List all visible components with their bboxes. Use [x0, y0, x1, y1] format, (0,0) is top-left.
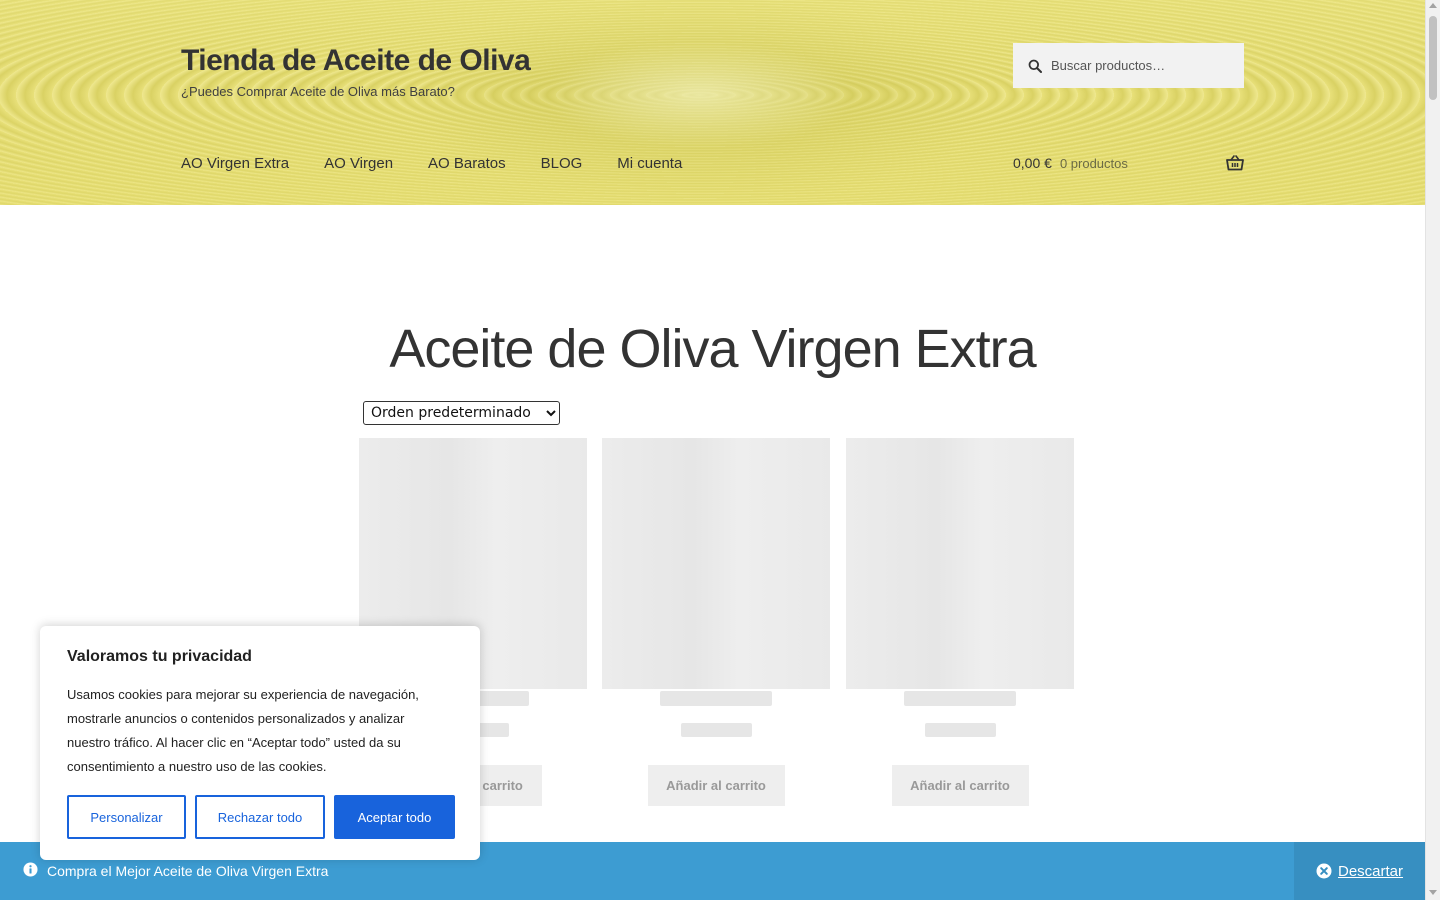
nav-item-ao-virgen[interactable]: AO Virgen: [324, 155, 393, 172]
product-price-placeholder: [924, 723, 996, 737]
cookie-text: Usamos cookies para mejorar su experienc…: [67, 687, 419, 774]
search-input[interactable]: [1049, 58, 1239, 73]
accept-all-button[interactable]: Aceptar todo: [334, 795, 455, 839]
nav-item-ao-virgen-extra[interactable]: AO Virgen Extra: [181, 155, 289, 172]
scrollbar-thumb[interactable]: [1429, 16, 1437, 100]
site-title[interactable]: Tienda de Aceite de Oliva: [181, 44, 531, 78]
search-box[interactable]: [1013, 43, 1244, 88]
dismiss-button[interactable]: Descartar: [1294, 842, 1425, 900]
info-icon: [23, 861, 38, 881]
product-price-placeholder: [680, 723, 752, 737]
nav-item-blog[interactable]: BLOG: [541, 155, 583, 172]
store-notice-message: Compra el Mejor Aceite de Oliva Virgen E…: [47, 863, 329, 879]
cart-amount[interactable]: 0,00 €: [1013, 155, 1052, 171]
add-to-cart-button[interactable]: Añadir al carrito: [891, 765, 1029, 806]
vertical-scrollbar[interactable]: [1425, 0, 1440, 900]
site-tagline: ¿Puedes Comprar Aceite de Oliva más Bara…: [181, 84, 455, 99]
cookie-buttons: Personalizar Rechazar todo Aceptar todo: [67, 795, 455, 839]
orderby-select[interactable]: Orden predeterminado: [363, 401, 560, 425]
scroll-down-arrow-icon[interactable]: [1429, 890, 1437, 895]
product-image-placeholder[interactable]: [602, 438, 830, 689]
nav-item-ao-baratos[interactable]: AO Baratos: [428, 155, 506, 172]
product-card[interactable]: Añadir al carrito: [602, 438, 830, 806]
cart-count[interactable]: 0 productos: [1060, 156, 1128, 171]
product-title-placeholder: [660, 691, 772, 706]
basket-icon[interactable]: [1226, 155, 1244, 171]
cookie-title: Valoramos tu privacidad: [67, 648, 252, 665]
product-card[interactable]: Añadir al carrito: [846, 438, 1074, 806]
site-header: Tienda de Aceite de Oliva ¿Puedes Compra…: [0, 0, 1425, 205]
main-nav: AO Virgen Extra AO Virgen AO Baratos BLO…: [181, 155, 717, 172]
product-image-placeholder[interactable]: [846, 438, 1074, 689]
nav-item-mi-cuenta[interactable]: Mi cuenta: [617, 155, 682, 172]
dismiss-label[interactable]: Descartar: [1338, 863, 1403, 880]
close-circle-icon[interactable]: [1316, 863, 1332, 879]
store-notice-info: Compra el Mejor Aceite de Oliva Virgen E…: [23, 861, 329, 881]
scroll-up-arrow-icon[interactable]: [1429, 3, 1437, 8]
page-title: Aceite de Oliva Virgen Extra: [389, 319, 1036, 379]
search-icon[interactable]: [1013, 59, 1049, 73]
cookie-consent-banner: Valoramos tu privacidad Usamos cookies p…: [40, 626, 480, 860]
cart-widget[interactable]: 0,00 € 0 productos: [1013, 155, 1244, 171]
product-title-placeholder: [904, 691, 1016, 706]
add-to-cart-button[interactable]: Añadir al carrito: [647, 765, 785, 806]
reject-all-button[interactable]: Rechazar todo: [195, 795, 325, 839]
customize-button[interactable]: Personalizar: [67, 795, 186, 839]
